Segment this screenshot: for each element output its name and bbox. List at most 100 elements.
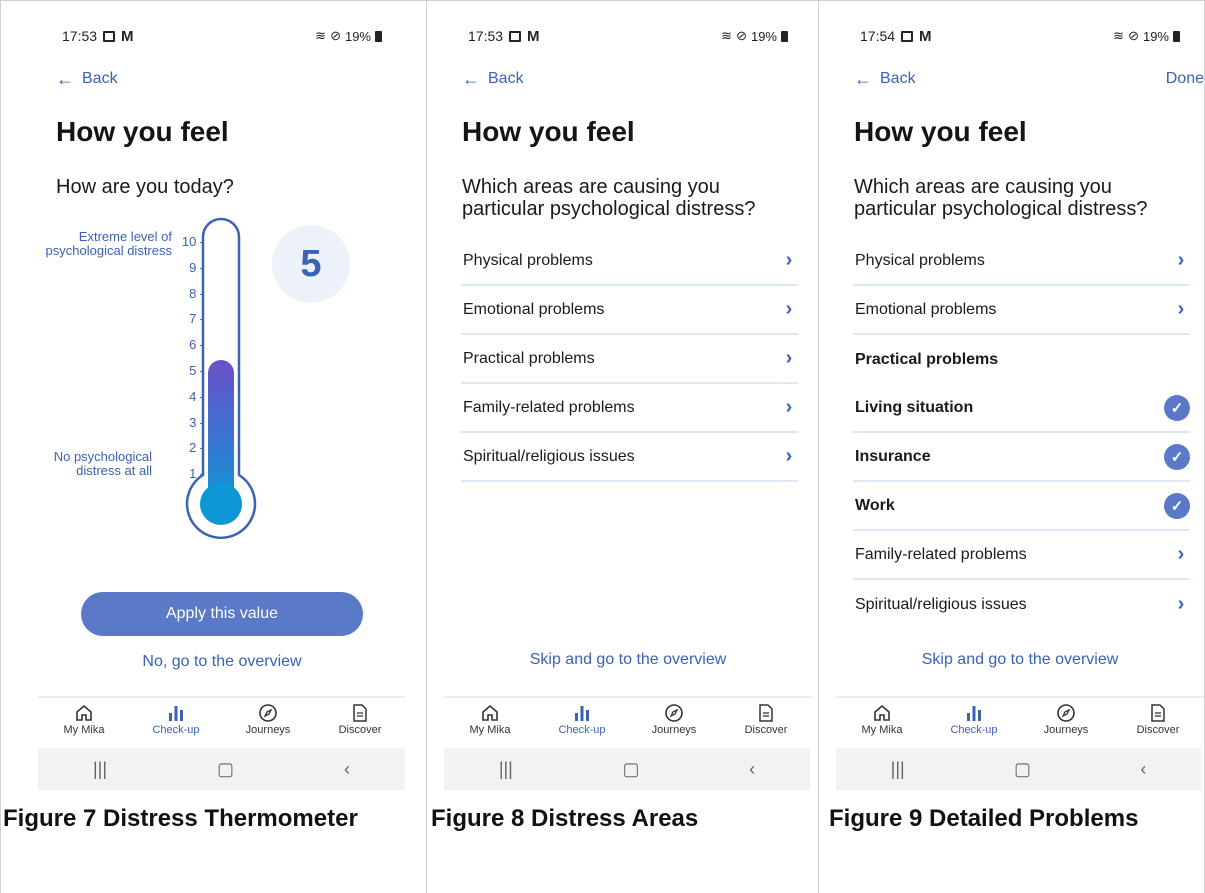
gallery-icon [901, 30, 914, 42]
system-nav-bar: ||| ▢ ‹ [836, 748, 1201, 790]
done-button[interactable]: Done [1166, 70, 1204, 88]
question-text: Which areas are causing you particular p… [854, 176, 1148, 220]
nav-journeys[interactable]: Journeys [639, 702, 709, 736]
system-back-icon[interactable]: ‹ [749, 759, 755, 780]
checkmark-icon[interactable]: ✓ [1164, 394, 1190, 421]
panel-detailed-problems: 17:54 M ≋ ⊘ 19% ← Back Done How you feel Whi… [819, 0, 1205, 893]
nav-check-up[interactable]: Check-up [547, 702, 617, 736]
recent-apps-icon[interactable]: ||| [93, 759, 107, 780]
document-icon [755, 702, 777, 724]
skip-link[interactable]: Skip and go to the overview [836, 651, 1204, 669]
nav-label: Journeys [245, 724, 291, 736]
list-item[interactable]: Emotional problems › [853, 286, 1190, 335]
gallery-icon [509, 30, 522, 42]
home-icon [479, 702, 501, 724]
back-label: Back [82, 70, 118, 87]
back-label: Back [880, 70, 916, 87]
system-back-icon[interactable]: ‹ [1140, 759, 1146, 780]
status-time: 17:53 [62, 28, 98, 44]
home-button-icon[interactable]: ▢ [622, 759, 639, 780]
list-item[interactable]: Spiritual/religious issues › [461, 433, 798, 482]
item-label: Spiritual/religious issues [855, 595, 1027, 613]
document-icon [1147, 702, 1169, 724]
item-label: Work [855, 496, 895, 514]
item-label: Practical problems [463, 349, 595, 367]
checked-list-item[interactable]: Insurance ✓ [853, 433, 1190, 482]
list-item[interactable]: Family-related problems › [461, 384, 798, 433]
status-time: 17:54 [860, 28, 896, 44]
expanded-section-heading: Practical problems [853, 335, 1190, 384]
item-label: Family-related problems [463, 398, 635, 416]
figure-caption: Figure 9 Detailed Problems [829, 805, 1139, 832]
chevron-right-icon: › [785, 298, 793, 320]
checkmark-icon[interactable]: ✓ [1164, 492, 1190, 519]
checked-list-item[interactable]: Living situation ✓ [853, 384, 1190, 433]
list-item[interactable]: Family-related problems › [853, 531, 1190, 580]
item-label: Physical problems [855, 251, 985, 269]
list-item[interactable]: Physical problems › [853, 237, 1190, 286]
status-bar: 17:53 M ≋ ⊘ 19% [62, 26, 382, 46]
list-item[interactable]: Spiritual/religious issues › [853, 580, 1190, 629]
bottom-nav: My Mika Check-up Journeys Discover [444, 696, 812, 744]
chevron-right-icon: › [1177, 249, 1185, 271]
nav-discover[interactable]: Discover [325, 702, 395, 736]
question-text: How are you today? [56, 176, 234, 198]
system-nav-bar: ||| ▢ ‹ [444, 748, 810, 790]
distress-thermometer[interactable] [184, 217, 259, 547]
chevron-right-icon: › [1177, 593, 1185, 615]
nav-discover[interactable]: Discover [1123, 702, 1193, 736]
bottom-nav: My Mika Check-up Journeys Discover [836, 696, 1204, 744]
skip-link[interactable]: Skip and go to the overview [444, 651, 812, 669]
back-button[interactable]: ← Back [462, 70, 524, 88]
recent-apps-icon[interactable]: ||| [499, 759, 513, 780]
nav-label: My Mika [469, 724, 511, 736]
thermometer-bulb [200, 483, 242, 525]
status-bar: 17:54 M ≋ ⊘ 19% [860, 26, 1180, 46]
chevron-right-icon: › [785, 249, 793, 271]
status-time: 17:53 [468, 28, 504, 44]
nav-check-up[interactable]: Check-up [141, 702, 211, 736]
nav-check-up[interactable]: Check-up [939, 702, 1009, 736]
nav-journeys[interactable]: Journeys [1031, 702, 1101, 736]
figure-caption: Figure 8 Distress Areas [431, 805, 699, 832]
bar-chart-icon [963, 702, 985, 724]
recent-apps-icon[interactable]: ||| [891, 759, 905, 780]
item-label: Insurance [855, 447, 931, 465]
nav-my-mika[interactable]: My Mika [49, 702, 119, 736]
home-button-icon[interactable]: ▢ [1014, 759, 1031, 780]
back-button[interactable]: ← Back [56, 70, 118, 88]
bar-chart-icon [165, 702, 187, 724]
nav-label: Discover [744, 724, 788, 736]
apply-value-button[interactable]: Apply this value [81, 592, 363, 636]
nav-journeys[interactable]: Journeys [233, 702, 303, 736]
chevron-right-icon: › [1177, 543, 1185, 565]
checked-list-item[interactable]: Work ✓ [853, 482, 1190, 531]
nav-my-mika[interactable]: My Mika [455, 702, 525, 736]
wifi-icon: ≋ [315, 28, 327, 43]
phone-screen: 17:53 M ≋ ⊘ 19% ← Back How you feel Which ar… [444, 18, 812, 764]
phone-screen: 17:53 M ≋ ⊘ 19% ← Back How you feel How are … [38, 18, 406, 764]
list-item[interactable]: Practical problems › [461, 335, 798, 384]
chevron-right-icon: › [785, 347, 793, 369]
back-button[interactable]: ← Back [854, 70, 916, 88]
nav-label: Journeys [1043, 724, 1089, 736]
nav-label: Check-up [152, 724, 200, 736]
battery-level: 19% [1142, 28, 1169, 44]
scale-bottom-label: No psychological distress at all [53, 449, 152, 478]
list-item[interactable]: Physical problems › [461, 237, 798, 286]
bar-chart-icon [571, 702, 593, 724]
page-title: How you feel [56, 116, 229, 147]
home-button-icon[interactable]: ▢ [217, 759, 234, 780]
system-nav-bar: ||| ▢ ‹ [38, 748, 405, 790]
system-back-icon[interactable]: ‹ [344, 759, 350, 780]
document-icon [349, 702, 371, 724]
nav-my-mika[interactable]: My Mika [847, 702, 917, 736]
overview-link[interactable]: No, go to the overview [38, 653, 406, 671]
page-title: How you feel [854, 116, 1027, 147]
gallery-icon [103, 30, 116, 42]
chevron-right-icon: › [785, 396, 793, 418]
nav-discover[interactable]: Discover [731, 702, 801, 736]
checkmark-icon[interactable]: ✓ [1164, 443, 1190, 470]
list-item[interactable]: Emotional problems › [461, 286, 798, 335]
compass-icon [257, 702, 279, 724]
